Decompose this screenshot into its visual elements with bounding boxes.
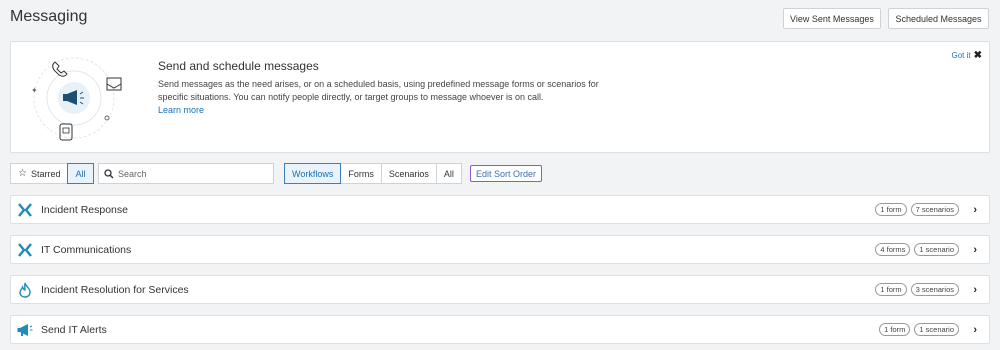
all-filter-button[interactable]: All bbox=[67, 163, 94, 184]
workflow-x-icon bbox=[17, 242, 33, 258]
workflow-x-icon bbox=[17, 202, 33, 218]
chevron-right-icon[interactable]: › bbox=[973, 244, 977, 256]
workflow-row[interactable]: Incident Response 1 form 7 scenarios › bbox=[10, 195, 990, 224]
scenarios-count-badge: 7 scenarios bbox=[910, 203, 959, 216]
banner-title: Send and schedule messages bbox=[158, 59, 319, 73]
intro-banner: ✦ Send and schedule messages Send messag… bbox=[10, 41, 990, 153]
megaphone-icon bbox=[17, 322, 33, 338]
banner-text: Send messages as the need arises, or on … bbox=[158, 79, 599, 102]
page-title: Messaging bbox=[10, 8, 88, 25]
edit-sort-order-button[interactable]: Edit Sort Order bbox=[470, 165, 543, 182]
search-icon bbox=[104, 168, 114, 178]
forms-count-badge: 1 form bbox=[875, 203, 907, 216]
tab-forms[interactable]: Forms bbox=[340, 163, 382, 184]
tab-all[interactable]: All bbox=[435, 163, 462, 184]
workflow-badges: 1 form 1 scenario bbox=[879, 323, 959, 336]
workflow-row[interactable]: IT Communications 4 forms 1 scenario › bbox=[10, 235, 990, 264]
banner-description: Send messages as the need arises, or on … bbox=[158, 78, 628, 117]
forms-count-badge: 1 form bbox=[879, 323, 911, 336]
scenarios-count-badge: 1 scenario bbox=[914, 243, 959, 256]
starred-label: Starred bbox=[30, 168, 61, 179]
workflow-badges: 4 forms 1 scenario bbox=[875, 243, 959, 256]
chevron-right-icon[interactable]: › bbox=[973, 204, 977, 216]
learn-more-link[interactable]: Learn more bbox=[158, 104, 628, 117]
chevron-right-icon[interactable]: › bbox=[973, 324, 977, 336]
workflow-row[interactable]: Incident Resolution for Services 1 form … bbox=[10, 275, 990, 304]
scheduled-messages-button[interactable]: Scheduled Messages bbox=[888, 8, 989, 29]
starred-filter-button[interactable]: ☆ Starred bbox=[10, 163, 69, 184]
chevron-right-icon[interactable]: › bbox=[973, 284, 977, 296]
close-icon[interactable]: ✖ bbox=[974, 50, 982, 61]
search-box[interactable] bbox=[98, 163, 274, 184]
type-filter-tabs: Workflows Forms Scenarios All bbox=[284, 163, 462, 184]
svg-text:✦: ✦ bbox=[31, 86, 38, 95]
view-sent-messages-button[interactable]: View Sent Messages bbox=[783, 8, 881, 29]
forms-count-badge: 4 forms bbox=[875, 243, 911, 256]
forms-count-badge: 1 form bbox=[875, 283, 907, 296]
workflow-list: Incident Response 1 form 7 scenarios › I… bbox=[10, 195, 990, 350]
scope-filter: ☆ Starred All bbox=[10, 163, 94, 184]
flame-icon bbox=[17, 282, 33, 298]
search-input[interactable] bbox=[118, 168, 268, 179]
star-icon: ☆ bbox=[18, 168, 27, 179]
got-it-label: Got it bbox=[951, 51, 971, 60]
scenarios-count-badge: 3 scenarios bbox=[910, 283, 959, 296]
got-it-button[interactable]: Got it ✖ bbox=[951, 50, 982, 61]
tab-scenarios[interactable]: Scenarios bbox=[380, 163, 437, 184]
tab-workflows[interactable]: Workflows bbox=[284, 163, 342, 184]
scenarios-count-badge: 1 scenario bbox=[914, 323, 959, 336]
workflow-title: Incident Resolution for Services bbox=[41, 283, 189, 296]
workflow-badges: 1 form 7 scenarios bbox=[875, 203, 959, 216]
workflow-title: IT Communications bbox=[41, 243, 132, 256]
messaging-illustration: ✦ bbox=[31, 57, 122, 141]
workflow-row[interactable]: Send IT Alerts 1 form 1 scenario › bbox=[10, 315, 990, 344]
workflow-title: Incident Response bbox=[41, 203, 128, 216]
workflow-title: Send IT Alerts bbox=[41, 323, 107, 336]
workflow-badges: 1 form 3 scenarios bbox=[875, 283, 959, 296]
